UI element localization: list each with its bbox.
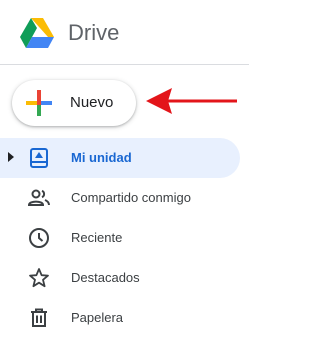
trash-icon: [27, 306, 51, 330]
expand-caret-icon[interactable]: [8, 152, 14, 162]
sidebar-item-trash[interactable]: Papelera: [0, 298, 240, 338]
sidebar-item-label: Destacados: [71, 270, 140, 285]
sidebar-item-recent[interactable]: Reciente: [0, 218, 240, 258]
colored-plus-icon: [26, 90, 52, 121]
app-title: Drive: [68, 20, 120, 45]
sidebar-item-shared-with-me[interactable]: Compartido conmigo: [0, 178, 240, 218]
sidebar-nav: Mi unidad Compartido conmigo Reciente De…: [0, 138, 249, 338]
header-divider: [0, 64, 249, 65]
people-icon: [27, 186, 51, 210]
red-arrow-icon: [146, 84, 238, 123]
sidebar-item-my-drive[interactable]: Mi unidad: [0, 138, 240, 178]
sidebar-item-label: Papelera: [71, 310, 124, 325]
sidebar-item-label: Mi unidad: [71, 150, 132, 165]
new-button-label: Nuevo: [70, 94, 114, 111]
clock-icon: [27, 226, 51, 250]
sidebar-item-starred[interactable]: Destacados: [0, 258, 240, 298]
google-drive-logo-icon[interactable]: [20, 18, 54, 53]
my-drive-icon: [27, 146, 51, 170]
app-header: Drive: [0, 0, 249, 64]
star-icon: [27, 266, 51, 290]
new-button[interactable]: Nuevo: [12, 80, 136, 126]
sidebar-item-label: Compartido conmigo: [71, 190, 191, 205]
sidebar-item-label: Reciente: [71, 230, 123, 245]
